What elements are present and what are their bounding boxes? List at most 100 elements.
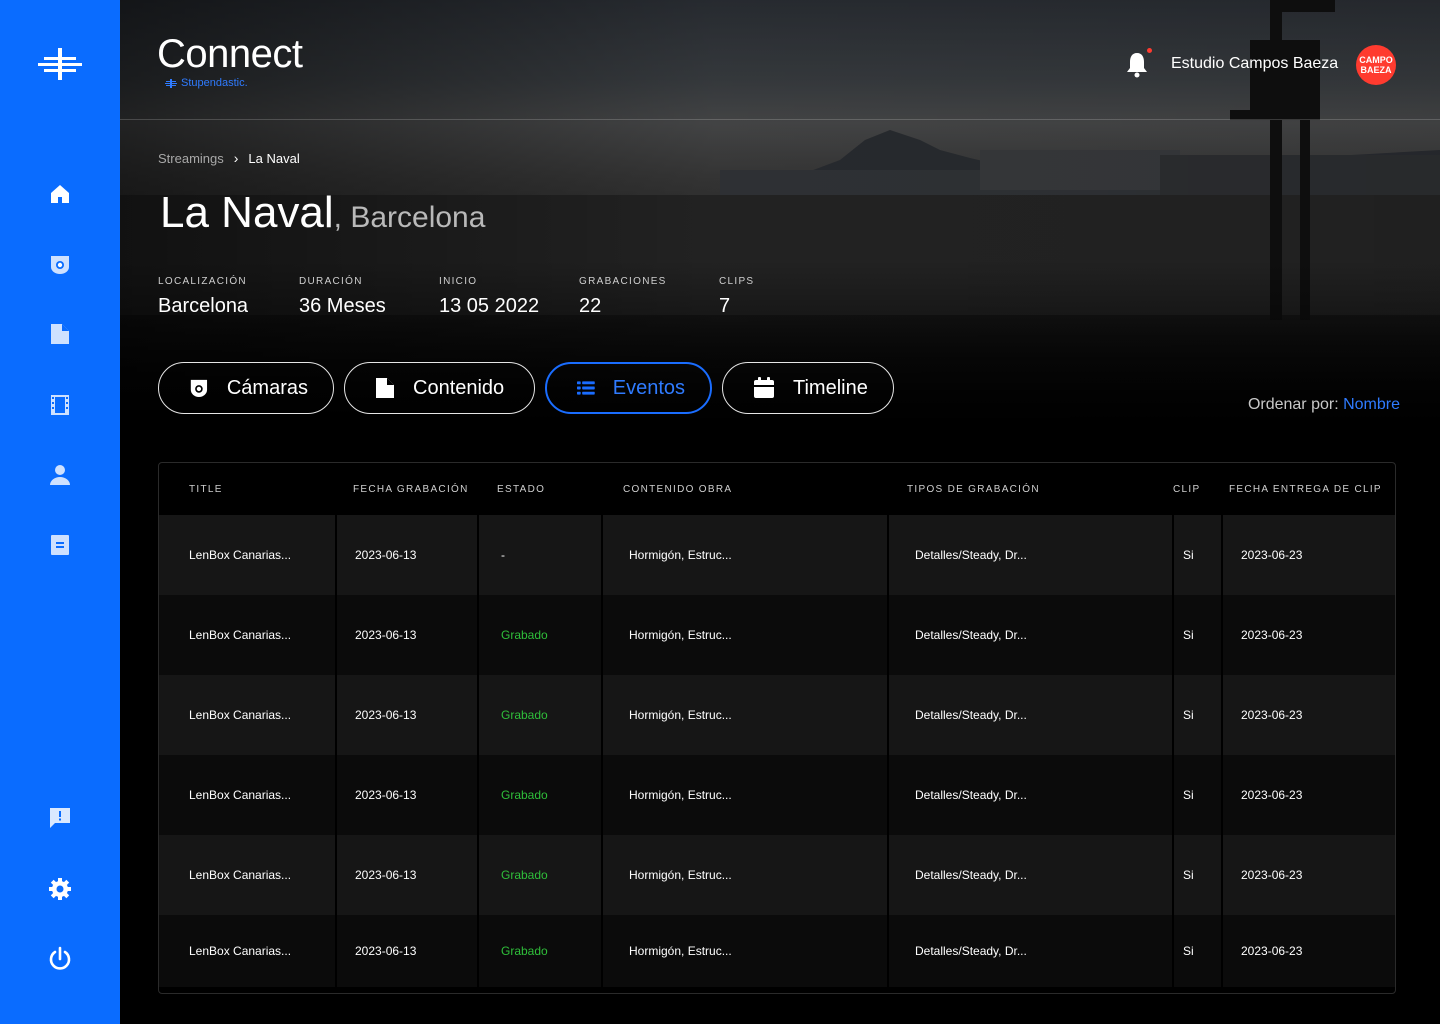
app-subtitle: Stupendastic. (165, 77, 248, 89)
tab-label: Contenido (413, 376, 505, 399)
sidebar-item-feedback[interactable] (0, 798, 120, 838)
column-header-recording-date[interactable]: FECHA GRABACIÓN (335, 484, 475, 495)
gear-icon (49, 878, 71, 900)
stat-value: Barcelona (158, 295, 249, 317)
cell-clip-delivery-date: 2023-06-23 (1223, 915, 1395, 987)
cell-status: Grabado (479, 675, 601, 755)
cell-clip-delivery-date: 2023-06-23 (1223, 755, 1395, 835)
document-icon (376, 378, 394, 398)
cell-title: LenBox Canarias... (159, 675, 335, 755)
camera-icon (190, 379, 208, 398)
tab-label: Cámaras (226, 376, 308, 399)
camera-icon (51, 256, 69, 274)
column-header-clip-delivery-date[interactable]: FECHA ENTREGA DE CLIP (1211, 484, 1395, 495)
home-icon (51, 185, 69, 203)
tab-cameras[interactable]: Cámaras (158, 362, 334, 414)
sidebar-item-cameras[interactable] (0, 244, 120, 284)
cell-status: Grabado (479, 835, 601, 915)
sidebar-item-logout[interactable] (0, 939, 120, 979)
cell-title: LenBox Canarias... (159, 915, 335, 987)
cell-clip: Si (1174, 835, 1221, 915)
stat-value: 22 (579, 295, 602, 317)
sidebar-item-users[interactable] (0, 455, 120, 495)
sidebar-item-documents[interactable] (0, 314, 120, 354)
cell-content: Hormigón, Estruc... (603, 675, 887, 755)
cell-recording-date: 2023-06-13 (337, 915, 477, 987)
brand-logo-icon[interactable] (0, 44, 120, 84)
sidebar-item-home[interactable] (0, 174, 120, 214)
table-row[interactable]: LenBox Canarias... 2023-06-13 - Hormigón… (159, 515, 1395, 595)
calendar-icon (754, 377, 774, 398)
studio-name[interactable]: Estudio Campos Baeza (1171, 55, 1338, 73)
column-header-content[interactable]: CONTENIDO OBRA (597, 484, 881, 495)
power-icon (49, 946, 71, 970)
avatar[interactable]: CAMPO BAEZA (1356, 45, 1396, 85)
sort-value[interactable]: Nombre (1343, 396, 1400, 413)
tab-content[interactable]: Contenido (344, 362, 535, 414)
tab-label: Eventos (612, 376, 685, 399)
breadcrumb: Streamings › La Naval (158, 150, 300, 166)
avatar-line-2: BAEZA (1360, 65, 1392, 75)
stat-recordings: GRABACIONES 22 (579, 276, 719, 318)
page-title-location: , Barcelona (333, 201, 486, 234)
cell-status: Grabado (479, 755, 601, 835)
cell-recording-types: Detalles/Steady, Dr... (889, 675, 1172, 755)
cell-clip-delivery-date: 2023-06-23 (1223, 595, 1395, 675)
cell-recording-date: 2023-06-13 (337, 675, 477, 755)
table-header: TITLE FECHA GRABACIÓN ESTADO CONTENIDO O… (159, 463, 1395, 515)
sort-control[interactable]: Ordenar por: Nombre (1248, 396, 1400, 414)
events-table: TITLE FECHA GRABACIÓN ESTADO CONTENIDO O… (158, 462, 1396, 994)
cell-clip-delivery-date: 2023-06-23 (1223, 515, 1395, 595)
cell-recording-types: Detalles/Steady, Dr... (889, 915, 1172, 987)
user-icon (50, 465, 70, 485)
table-row[interactable]: LenBox Canarias... 2023-06-13 Grabado Ho… (159, 675, 1395, 755)
sort-label: Ordenar por: (1247, 396, 1344, 413)
stat-duration: DURACIÓN 36 Meses (299, 276, 439, 318)
sidebar-item-film[interactable] (0, 385, 120, 425)
cell-clip: Si (1174, 595, 1221, 675)
breadcrumb-current: La Naval (248, 150, 300, 166)
cell-content: Hormigón, Estruc... (603, 515, 887, 595)
cell-status: - (479, 515, 601, 595)
cell-clip: Si (1174, 915, 1221, 987)
column-header-clip[interactable]: CLIP (1164, 484, 1211, 495)
table-row[interactable]: LenBox Canarias... 2023-06-13 Grabado Ho… (159, 835, 1395, 915)
sidebar-item-list[interactable] (0, 525, 120, 565)
tab-timeline[interactable]: Timeline (722, 362, 894, 414)
stat-label: LOCALIZACIÓN (158, 276, 247, 287)
cell-clip-delivery-date: 2023-06-23 (1223, 675, 1395, 755)
app-title: Connect (157, 32, 303, 76)
breadcrumb-parent[interactable]: Streamings (158, 151, 224, 166)
document-icon (51, 324, 69, 344)
list-icon (577, 381, 595, 395)
brand-mark-icon (165, 78, 177, 88)
cell-title: LenBox Canarias... (159, 595, 335, 675)
column-header-title[interactable]: TITLE (159, 484, 335, 495)
sidebar (0, 0, 120, 1024)
stat-value: 36 Meses (299, 295, 386, 317)
cell-recording-types: Detalles/Steady, Dr... (889, 835, 1172, 915)
stat-location: LOCALIZACIÓN Barcelona (158, 276, 299, 318)
list-icon (51, 535, 69, 555)
avatar-line-1: CAMPO (1359, 55, 1393, 65)
table-row[interactable]: LenBox Canarias... 2023-06-13 Grabado Ho… (159, 915, 1395, 987)
stat-start: INICIO 13 05 2022 (439, 276, 579, 318)
column-header-recording-types[interactable]: TIPOS DE GRABACIÓN (881, 484, 1164, 495)
cell-recording-date: 2023-06-13 (337, 515, 477, 595)
cell-clip: Si (1174, 675, 1221, 755)
cell-recording-date: 2023-06-13 (337, 595, 477, 675)
stat-value: 7 (719, 295, 731, 317)
table-row[interactable]: LenBox Canarias... 2023-06-13 Grabado Ho… (159, 755, 1395, 835)
cell-title: LenBox Canarias... (159, 835, 335, 915)
column-header-status[interactable]: ESTADO (475, 484, 597, 495)
cell-status: Grabado (479, 915, 601, 987)
chevron-right-icon: › (233, 150, 239, 166)
feedback-icon (50, 808, 70, 828)
table-row[interactable]: LenBox Canarias... 2023-06-13 Grabado Ho… (159, 595, 1395, 675)
stat-label: DURACIÓN (299, 276, 363, 287)
stat-label: GRABACIONES (579, 276, 667, 287)
notifications-button[interactable] (1124, 50, 1150, 78)
tab-events[interactable]: Eventos (545, 362, 712, 414)
app-subtitle-text: Stupendastic. (181, 77, 248, 89)
sidebar-item-settings[interactable] (0, 869, 120, 909)
